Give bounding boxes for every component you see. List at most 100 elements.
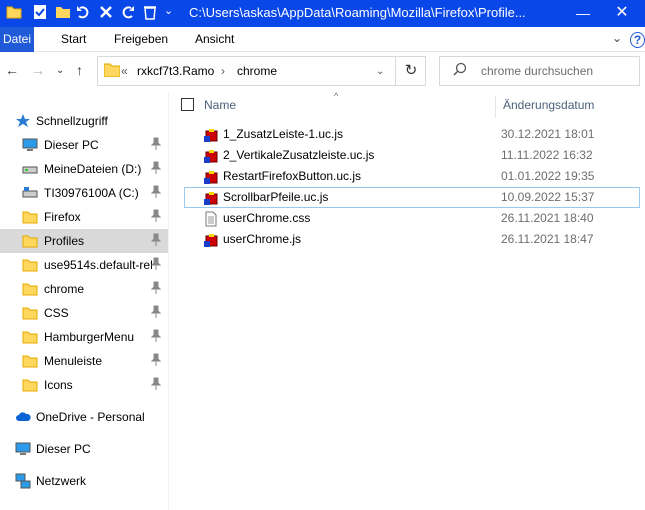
- window-title: C:\Users\askas\AppData\Roaming\Mozilla\F…: [189, 5, 526, 20]
- sidebar-item-profiles[interactable]: Profiles: [0, 229, 168, 253]
- recycle-bin-icon[interactable]: [142, 4, 158, 20]
- file-date: 26.11.2021 18:47: [501, 232, 594, 246]
- sidebar-item-label: Netzwerk: [36, 474, 87, 488]
- folder-icon: [22, 235, 38, 248]
- pin-icon[interactable]: [151, 209, 161, 223]
- sidebar-item-dieser-pc-root[interactable]: Dieser PC: [0, 437, 168, 461]
- pin-icon[interactable]: [151, 161, 161, 175]
- js-file-icon: [204, 171, 218, 184]
- sidebar-item-label: Dieser PC: [36, 442, 91, 456]
- column-divider[interactable]: [495, 96, 496, 118]
- file-date: 10.09.2022 15:37: [501, 190, 595, 204]
- up-arrow-icon[interactable]: ↑: [76, 62, 83, 78]
- file-row[interactable]: ScrollbarPfeile.uc.js 10.09.2022 15:37: [184, 187, 640, 208]
- navigation-pane: Schnellzugriff Dieser PC MeineDateien (D…: [0, 92, 169, 510]
- sidebar-item-firefox[interactable]: Firefox: [0, 205, 168, 229]
- redo-icon[interactable]: [120, 4, 136, 20]
- pin-icon[interactable]: [151, 137, 161, 151]
- address-segment[interactable]: chrome: [237, 64, 277, 78]
- system-drive-icon: [22, 187, 38, 198]
- file-row[interactable]: 2_VertikaleZusatzleiste.uc.js 11.11.2022…: [184, 145, 640, 166]
- cloud-icon: [16, 412, 31, 421]
- file-name: RestartFirefoxButton.uc.js: [223, 169, 362, 183]
- sidebar-item-label: chrome: [44, 282, 85, 296]
- close-button[interactable]: ✕: [599, 0, 645, 27]
- sidebar-item-label: Icons: [44, 378, 73, 392]
- ribbon-expand-icon[interactable]: ⌄: [612, 31, 622, 45]
- undo-icon[interactable]: [75, 4, 91, 20]
- recent-locations-icon[interactable]: ⌄: [56, 65, 64, 76]
- sidebar-item-schnellzugriff[interactable]: Schnellzugriff: [0, 109, 168, 133]
- folder-icon: [104, 63, 120, 77]
- sidebar-item-menuleiste[interactable]: Menuleiste: [0, 349, 168, 373]
- tab-ansicht[interactable]: Ansicht: [195, 27, 234, 52]
- back-arrow-icon[interactable]: ←: [5, 62, 19, 78]
- folder-icon: [22, 379, 38, 392]
- pin-icon[interactable]: [151, 281, 161, 295]
- search-icon: [453, 62, 467, 76]
- folder-icon: [22, 211, 38, 224]
- sidebar-item-meinedateien[interactable]: MeineDateien (D:): [0, 157, 168, 181]
- file-date: 11.11.2022 16:32: [501, 148, 593, 162]
- pin-icon[interactable]: [151, 185, 161, 199]
- column-header-name[interactable]: Name: [204, 98, 236, 118]
- network-icon: [15, 473, 31, 489]
- sidebar-item-label: OneDrive - Personal: [36, 410, 145, 424]
- pin-icon[interactable]: [151, 233, 161, 247]
- monitor-icon: [15, 442, 31, 455]
- title-bar: ⌄ C:\Users\askas\AppData\Roaming\Mozilla…: [0, 0, 645, 27]
- pin-icon[interactable]: [151, 305, 161, 319]
- sidebar-item-chrome[interactable]: chrome: [0, 277, 168, 301]
- js-file-icon: [204, 129, 218, 142]
- file-row[interactable]: RestartFirefoxButton.uc.js 01.01.2022 19…: [184, 166, 640, 187]
- folder-icon: [22, 259, 38, 272]
- sidebar-item-netzwerk[interactable]: Netzwerk: [0, 469, 168, 493]
- file-date: 26.11.2021 18:40: [501, 211, 594, 225]
- file-date: 01.01.2022 19:35: [501, 169, 595, 183]
- star-icon: [16, 114, 30, 127]
- folder-icon: [22, 283, 38, 296]
- forward-arrow-icon[interactable]: →: [31, 62, 45, 78]
- file-name: userChrome.css: [223, 211, 311, 225]
- sidebar-item-system-drive[interactable]: TI30976100A (C:): [0, 181, 168, 205]
- file-name: userChrome.js: [223, 232, 302, 246]
- sidebar-item-label: Schnellzugriff: [36, 114, 108, 128]
- sidebar-item-label: Firefox: [44, 210, 81, 224]
- delete-icon[interactable]: [98, 4, 114, 20]
- new-folder-icon[interactable]: [55, 4, 71, 20]
- sidebar-item-label: HamburgerMenu: [44, 330, 135, 344]
- help-icon[interactable]: ?: [630, 32, 645, 48]
- tab-datei[interactable]: Datei: [0, 27, 34, 52]
- file-date: 30.12.2021 18:01: [501, 127, 595, 141]
- folder-icon: [6, 6, 22, 19]
- sidebar-item-dieser-pc[interactable]: Dieser PC: [0, 133, 168, 157]
- sidebar-item-icons[interactable]: Icons: [0, 373, 168, 397]
- sidebar-item-onedrive[interactable]: OneDrive - Personal: [0, 405, 168, 429]
- pin-icon[interactable]: [151, 353, 161, 367]
- address-dropdown-icon[interactable]: ⌄: [376, 66, 384, 77]
- refresh-button[interactable]: ↻: [395, 56, 426, 86]
- qat-dropdown-icon[interactable]: ⌄: [164, 4, 173, 17]
- ribbon-tabs: Datei Start Freigeben Ansicht ⌄ ?: [0, 27, 645, 52]
- column-header-date[interactable]: Änderungsdatum: [503, 98, 594, 118]
- address-segment[interactable]: rxkcf7t3.Ramo: [137, 64, 214, 78]
- address-overflow[interactable]: «: [121, 64, 128, 78]
- select-all-checkbox[interactable]: [181, 98, 194, 111]
- sidebar-item-default-profile[interactable]: use9514s.default-rel: [0, 253, 168, 277]
- sidebar-item-label: CSS: [44, 306, 69, 320]
- tab-freigeben[interactable]: Freigeben: [114, 27, 168, 52]
- sidebar-item-hamburgermenu[interactable]: HamburgerMenu: [0, 325, 168, 349]
- tab-start[interactable]: Start: [61, 27, 86, 52]
- pin-icon[interactable]: [151, 377, 161, 391]
- file-row[interactable]: 1_ZusatzLeiste-1.uc.js 30.12.2021 18:01: [184, 124, 640, 145]
- breadcrumb-chevron-icon[interactable]: ›: [221, 64, 225, 78]
- folder-icon: [22, 331, 38, 344]
- monitor-icon: [22, 138, 38, 151]
- file-row[interactable]: userChrome.css 26.11.2021 18:40: [184, 208, 640, 229]
- pin-icon[interactable]: [151, 329, 161, 343]
- properties-icon[interactable]: [32, 4, 48, 20]
- pin-icon[interactable]: [151, 257, 161, 271]
- sidebar-item-css[interactable]: CSS: [0, 301, 168, 325]
- drive-icon: [22, 166, 38, 174]
- file-row[interactable]: userChrome.js 26.11.2021 18:47: [184, 229, 640, 250]
